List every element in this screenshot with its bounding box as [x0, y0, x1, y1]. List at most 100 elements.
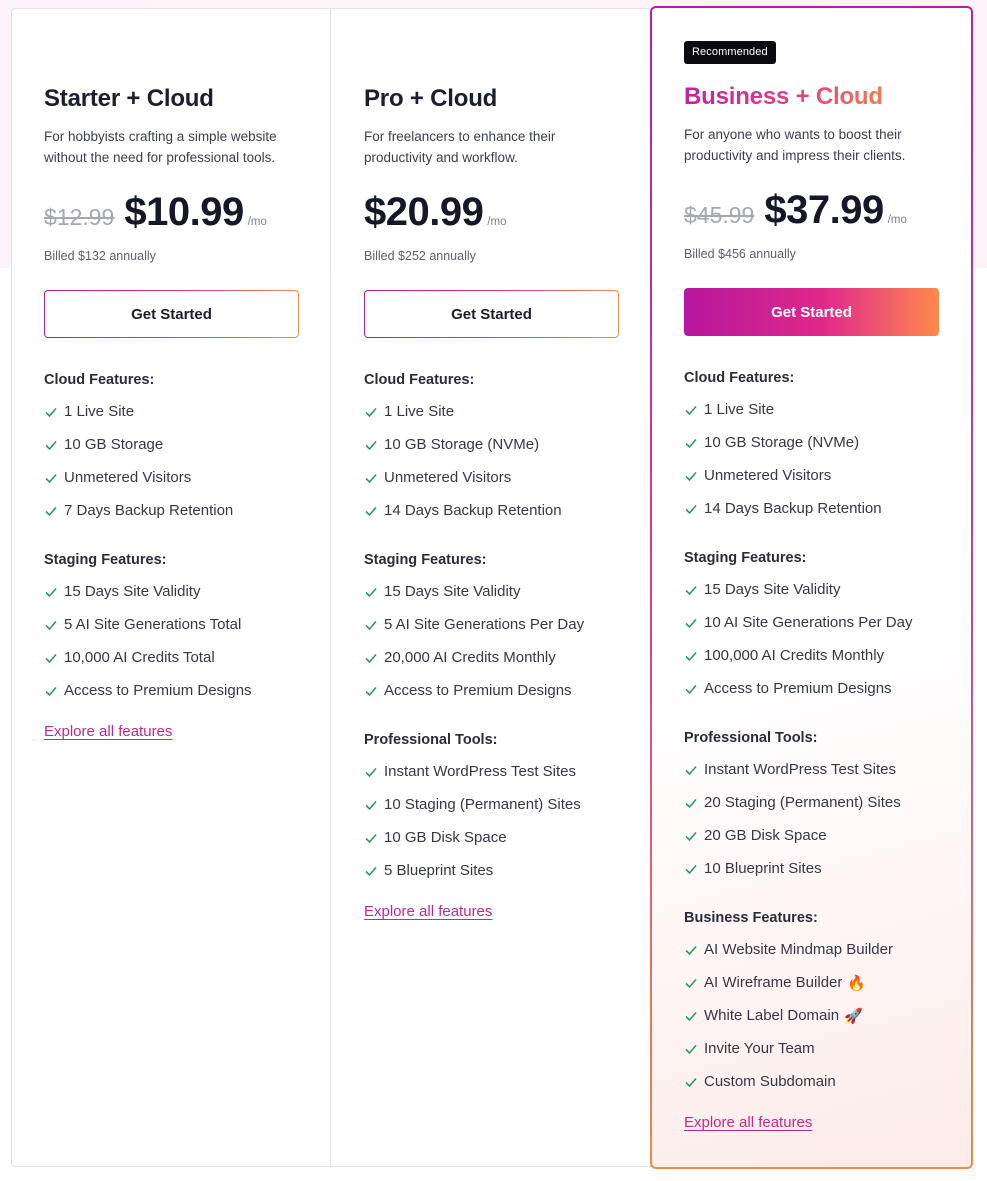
check-icon: [685, 978, 697, 989]
current-price: $37.99: [764, 188, 884, 232]
feature-item: 7 Days Backup Retention: [44, 502, 233, 520]
feature-item: White Label Domain 🚀: [684, 1007, 863, 1025]
check-icon: [45, 620, 57, 631]
plan-card-starter: Starter + Cloud For hobbyists crafting a…: [12, 9, 331, 1166]
feature-item: Instant WordPress Test Sites: [364, 763, 576, 781]
feature-item: 10 GB Storage (NVMe): [684, 434, 859, 452]
check-icon: [685, 504, 697, 515]
current-price: $20.99: [364, 190, 484, 234]
billing-note: Billed $456 annually: [684, 247, 796, 261]
section-heading-cloud: Cloud Features:: [364, 372, 475, 388]
plan-title: Pro + Cloud: [364, 85, 498, 112]
check-icon: [365, 473, 377, 484]
plan-card-pro: Pro + Cloud For freelancers to enhance t…: [332, 9, 650, 1166]
check-icon: [685, 1044, 697, 1055]
check-icon: [685, 798, 697, 809]
feature-item: 100,000 AI Credits Monthly: [684, 647, 884, 665]
feature-item: 10 GB Storage (NVMe): [364, 436, 539, 454]
check-icon: [685, 585, 697, 596]
explore-features-link[interactable]: Explore all features: [44, 723, 172, 740]
feature-item: 20 Staging (Permanent) Sites: [684, 794, 901, 812]
feature-item: Access to Premium Designs: [364, 682, 572, 700]
billing-note: Billed $252 annually: [364, 249, 476, 263]
fire-icon: 🔥: [847, 975, 867, 992]
get-started-button[interactable]: Get Started: [684, 288, 939, 336]
section-heading-cloud: Cloud Features:: [684, 370, 795, 386]
check-icon: [685, 438, 697, 449]
plan-description: For freelancers to enhance their product…: [364, 129, 556, 165]
explore-features-link[interactable]: Explore all features: [364, 903, 492, 920]
check-icon: [365, 767, 377, 778]
plan-title: Starter + Cloud: [44, 85, 214, 112]
check-icon: [685, 471, 697, 482]
check-icon: [685, 618, 697, 629]
section-heading-business: Business Features:: [684, 910, 818, 926]
price-row: $20.99 /mo: [364, 190, 507, 240]
get-started-button[interactable]: Get Started: [364, 290, 619, 338]
plan-description: For hobbyists crafting a simple website …: [44, 129, 277, 165]
check-icon: [685, 405, 697, 416]
check-icon: [685, 945, 697, 956]
original-price: $45.99: [684, 202, 755, 228]
check-icon: [365, 407, 377, 418]
check-icon: [365, 800, 377, 811]
explore-features-link[interactable]: Explore all features: [684, 1114, 812, 1131]
check-icon: [45, 440, 57, 451]
feature-item: Access to Premium Designs: [684, 680, 892, 698]
feature-item: 1 Live Site: [684, 401, 774, 419]
price-period: /mo: [887, 214, 907, 226]
plan-title: Business + Cloud: [684, 83, 883, 110]
feature-item: 20,000 AI Credits Monthly: [364, 649, 556, 667]
check-icon: [685, 864, 697, 875]
check-icon: [45, 506, 57, 517]
price-row: $12.99 $10.99 /mo: [44, 190, 267, 240]
check-icon: [685, 765, 697, 776]
feature-item: 15 Days Site Validity: [44, 583, 200, 601]
feature-item: 5 AI Site Generations Per Day: [364, 616, 584, 634]
check-icon: [685, 651, 697, 662]
feature-item: 10 Blueprint Sites: [684, 860, 822, 878]
plan-card-business: Recommended Business + Cloud For anyone …: [650, 6, 973, 1169]
check-icon: [685, 831, 697, 842]
feature-item: 15 Days Site Validity: [684, 581, 840, 599]
feature-item: Access to Premium Designs: [44, 682, 252, 700]
get-started-button[interactable]: Get Started: [44, 290, 299, 338]
plan-description: For anyone who wants to boost their prod…: [684, 127, 906, 163]
check-icon: [45, 473, 57, 484]
billing-note: Billed $132 annually: [44, 249, 156, 263]
check-icon: [45, 587, 57, 598]
feature-item: 10 AI Site Generations Per Day: [684, 614, 912, 632]
feature-item: Unmetered Visitors: [44, 469, 191, 487]
check-icon: [365, 653, 377, 664]
feature-item: 20 GB Disk Space: [684, 827, 827, 845]
feature-item: 10 Staging (Permanent) Sites: [364, 796, 581, 814]
feature-item: Custom Subdomain: [684, 1073, 836, 1091]
check-icon: [45, 686, 57, 697]
check-icon: [365, 587, 377, 598]
check-icon: [365, 440, 377, 451]
feature-item: 14 Days Backup Retention: [364, 502, 562, 520]
price-period: /mo: [487, 216, 507, 228]
feature-item: Instant WordPress Test Sites: [684, 761, 896, 779]
section-heading-professional: Professional Tools:: [364, 732, 498, 748]
check-icon: [365, 686, 377, 697]
feature-item: Unmetered Visitors: [364, 469, 511, 487]
original-price: $12.99: [44, 204, 115, 230]
price-row: $45.99 $37.99 /mo: [684, 188, 907, 238]
section-heading-staging: Staging Features:: [684, 550, 807, 566]
section-heading-staging: Staging Features:: [364, 552, 487, 568]
feature-item: 10 GB Storage: [44, 436, 163, 454]
check-icon: [45, 407, 57, 418]
feature-item: 1 Live Site: [364, 403, 454, 421]
check-icon: [365, 506, 377, 517]
feature-item: Invite Your Team: [684, 1040, 815, 1058]
feature-item: 5 AI Site Generations Total: [44, 616, 241, 634]
feature-item: 10 GB Disk Space: [364, 829, 507, 847]
feature-item: 10,000 AI Credits Total: [44, 649, 215, 667]
rocket-icon: 🚀: [844, 1008, 863, 1025]
feature-item: 1 Live Site: [44, 403, 134, 421]
check-icon: [365, 620, 377, 631]
recommended-badge: Recommended: [684, 41, 776, 64]
check-icon: [685, 1077, 697, 1088]
feature-item: 15 Days Site Validity: [364, 583, 520, 601]
